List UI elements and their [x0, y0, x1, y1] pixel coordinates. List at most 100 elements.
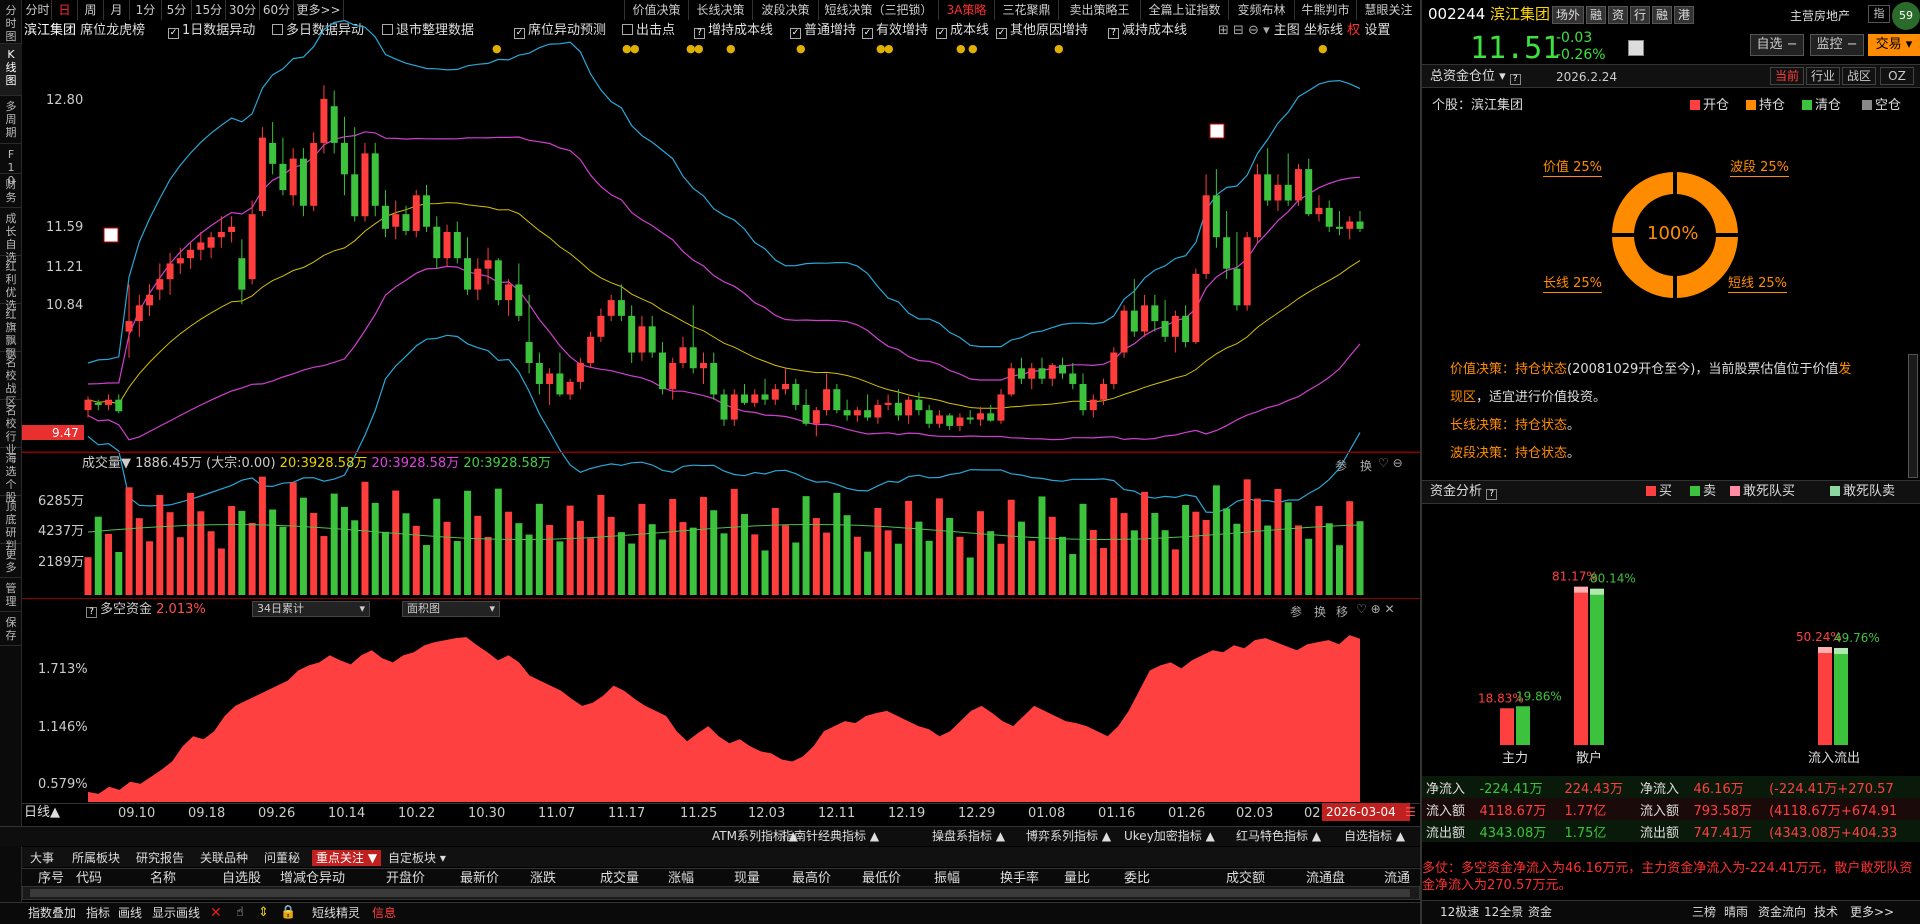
bottom-tab-6[interactable]: 自定板块 ▾: [388, 850, 446, 866]
period-tab-9[interactable]: 更多>>: [294, 0, 344, 20]
right-bottom-tab-3[interactable]: 三榜: [1692, 906, 1716, 918]
fund-style-dropdown[interactable]: 面积图 ▾: [402, 601, 500, 617]
strategy-tab-0[interactable]: 价值决策: [624, 0, 688, 20]
kline-chart[interactable]: [22, 20, 1420, 810]
position-title[interactable]: 总资金仓位 ▾ ?: [1430, 70, 1524, 85]
strategy-tab-10[interactable]: 慧眼关注: [1356, 0, 1420, 20]
right-bottom-tab-1[interactable]: 12全景: [1484, 906, 1523, 918]
period-tab-3[interactable]: 月: [104, 0, 130, 20]
strategy-tab-1[interactable]: 长线决策: [688, 0, 752, 20]
table-header-cell[interactable]: 开盘价: [386, 872, 425, 885]
fund-period-dropdown[interactable]: 34日累计 ▾: [252, 601, 370, 617]
fund-tools-icon[interactable]: ♡ ⊕ ✕: [1356, 602, 1395, 616]
left-tool-8[interactable]: 名校战区: [0, 352, 22, 408]
left-tool-6[interactable]: 红利优选: [0, 256, 22, 312]
info-item[interactable]: 信息: [372, 907, 396, 919]
position-tab-2[interactable]: 战区: [1842, 67, 1876, 85]
table-header-cell[interactable]: 自选股: [222, 872, 261, 885]
position-tab-1[interactable]: 行业: [1806, 67, 1840, 85]
left-tool-14[interactable]: 保存: [0, 612, 22, 646]
fund-switch-icon[interactable]: 换: [1314, 603, 1326, 620]
left-tool-3[interactable]: F10: [0, 144, 22, 187]
bottom-tab-4[interactable]: 问董秘: [264, 850, 300, 866]
table-header-cell[interactable]: 涨幅: [668, 872, 694, 885]
right-bottom-tab-5[interactable]: 资金流向: [1758, 906, 1806, 918]
index-button[interactable]: 指: [1868, 5, 1890, 23]
calculator-icon[interactable]: [1628, 40, 1644, 56]
table-header-cell[interactable]: 名称: [150, 872, 176, 885]
decision-scrollbar[interactable]: [1908, 354, 1918, 478]
left-tool-2[interactable]: 多周期: [0, 96, 22, 144]
right-bottom-tab-2[interactable]: 资金: [1528, 906, 1552, 918]
right-bottom-tab-4[interactable]: 晴雨: [1724, 906, 1748, 918]
pointer-icon[interactable]: ☝: [236, 906, 244, 919]
table-header-cell[interactable]: 流通: [1384, 872, 1410, 885]
fund-param-icon[interactable]: 参: [1290, 603, 1302, 620]
left-tool-1[interactable]: K线图: [0, 44, 22, 96]
table-header-cell[interactable]: 涨跌: [530, 872, 556, 885]
strategy-tab-6[interactable]: 卖出策略王: [1058, 0, 1140, 20]
status-item-2[interactable]: 画线: [118, 907, 142, 919]
position-tab-0[interactable]: 当前: [1770, 67, 1804, 85]
table-header-cell[interactable]: 成交额: [1226, 872, 1265, 885]
scrollbar-thumb[interactable]: [30, 889, 1410, 897]
strategy-tab-4[interactable]: 3A策略: [938, 0, 994, 20]
add-watchlist-button[interactable]: 自选 −: [1750, 34, 1804, 56]
table-header-cell[interactable]: 振幅: [934, 872, 960, 885]
indicator-group-3[interactable]: 博弈系列指标 ▲: [1026, 830, 1111, 842]
left-tool-5[interactable]: 成长自选: [0, 208, 22, 264]
right-bottom-tab-7[interactable]: 更多>>: [1850, 906, 1894, 918]
right-bottom-tab-0[interactable]: 12极速: [1440, 906, 1479, 918]
quote-tag[interactable]: 融: [1652, 6, 1673, 24]
indicator-group-2[interactable]: 操盘系指标 ▲: [932, 830, 1005, 842]
table-header-cell[interactable]: 序号: [38, 872, 64, 885]
left-tool-11[interactable]: 顶底研判: [0, 496, 22, 552]
left-tool-0[interactable]: 分时图: [0, 0, 22, 44]
table-header-cell[interactable]: 最高价: [792, 872, 831, 885]
bottom-tab-0[interactable]: 大事: [30, 850, 54, 866]
heart-icon[interactable]: ♡ ⊖: [1378, 456, 1403, 470]
volume-switch-icon[interactable]: 换: [1360, 457, 1372, 474]
notification-badge[interactable]: 59: [1892, 2, 1920, 30]
strategy-tab-9[interactable]: 牛熊判市: [1294, 0, 1356, 20]
table-header-cell[interactable]: 流通盘: [1306, 872, 1345, 885]
table-header-cell[interactable]: 最新价: [460, 872, 499, 885]
period-tab-8[interactable]: 60分: [260, 0, 294, 20]
table-header-cell[interactable]: 换手率: [1000, 872, 1039, 885]
left-tool-13[interactable]: 管理: [0, 578, 22, 612]
indicator-group-1[interactable]: 指南针经典指标 ▲: [782, 830, 879, 842]
indicator-group-5[interactable]: 红马特色指标 ▲: [1236, 830, 1321, 842]
table-header-cell[interactable]: 增减仓异动: [280, 872, 345, 885]
strategy-tab-7[interactable]: 全篇上证指数: [1140, 0, 1228, 20]
period-tab-0[interactable]: 分时: [24, 0, 52, 20]
table-header-cell[interactable]: 委比: [1124, 872, 1150, 885]
bottom-tab-5[interactable]: 重点关注 ▼: [312, 850, 382, 866]
table-header-cell[interactable]: 代码: [76, 872, 102, 885]
period-tab-4[interactable]: 1分: [130, 0, 162, 20]
period-tab-2[interactable]: 周: [78, 0, 104, 20]
period-tab-6[interactable]: 15分: [192, 0, 226, 20]
table-header-cell[interactable]: 成交量: [600, 872, 639, 885]
bottom-tab-1[interactable]: 所属板块: [72, 850, 120, 866]
position-tab-3[interactable]: OZ: [1880, 67, 1914, 85]
fund-move-icon[interactable]: 移: [1336, 603, 1348, 620]
right-bottom-tab-6[interactable]: 技术: [1814, 906, 1838, 918]
quote-tag[interactable]: 融: [1586, 6, 1607, 24]
quote-tag[interactable]: 行: [1630, 6, 1651, 24]
lock-icon[interactable]: 🔒: [280, 906, 296, 919]
left-tool-4[interactable]: 财务: [0, 174, 22, 208]
left-tool-9[interactable]: 名校行业: [0, 400, 22, 456]
period-tab-1[interactable]: 日: [52, 0, 78, 20]
strategy-tab-5[interactable]: 三花聚鼎: [994, 0, 1058, 20]
indicator-group-6[interactable]: 自选指标 ▲: [1344, 830, 1405, 842]
quote-tag[interactable]: 港: [1674, 6, 1695, 24]
table-header-cell[interactable]: 现量: [734, 872, 760, 885]
menu-icon[interactable]: ☰: [1405, 806, 1416, 818]
strategy-tab-8[interactable]: 变频布林: [1228, 0, 1294, 20]
bottom-tab-3[interactable]: 关联品种: [200, 850, 248, 866]
period-label[interactable]: 日线▲: [24, 806, 60, 819]
strategy-tab-2[interactable]: 波段决策: [752, 0, 818, 20]
status-item-3[interactable]: 显示画线: [152, 907, 200, 919]
strategy-tab-3[interactable]: 短线决策（三把锁）: [818, 0, 938, 20]
table-header-cell[interactable]: 最低价: [862, 872, 901, 885]
